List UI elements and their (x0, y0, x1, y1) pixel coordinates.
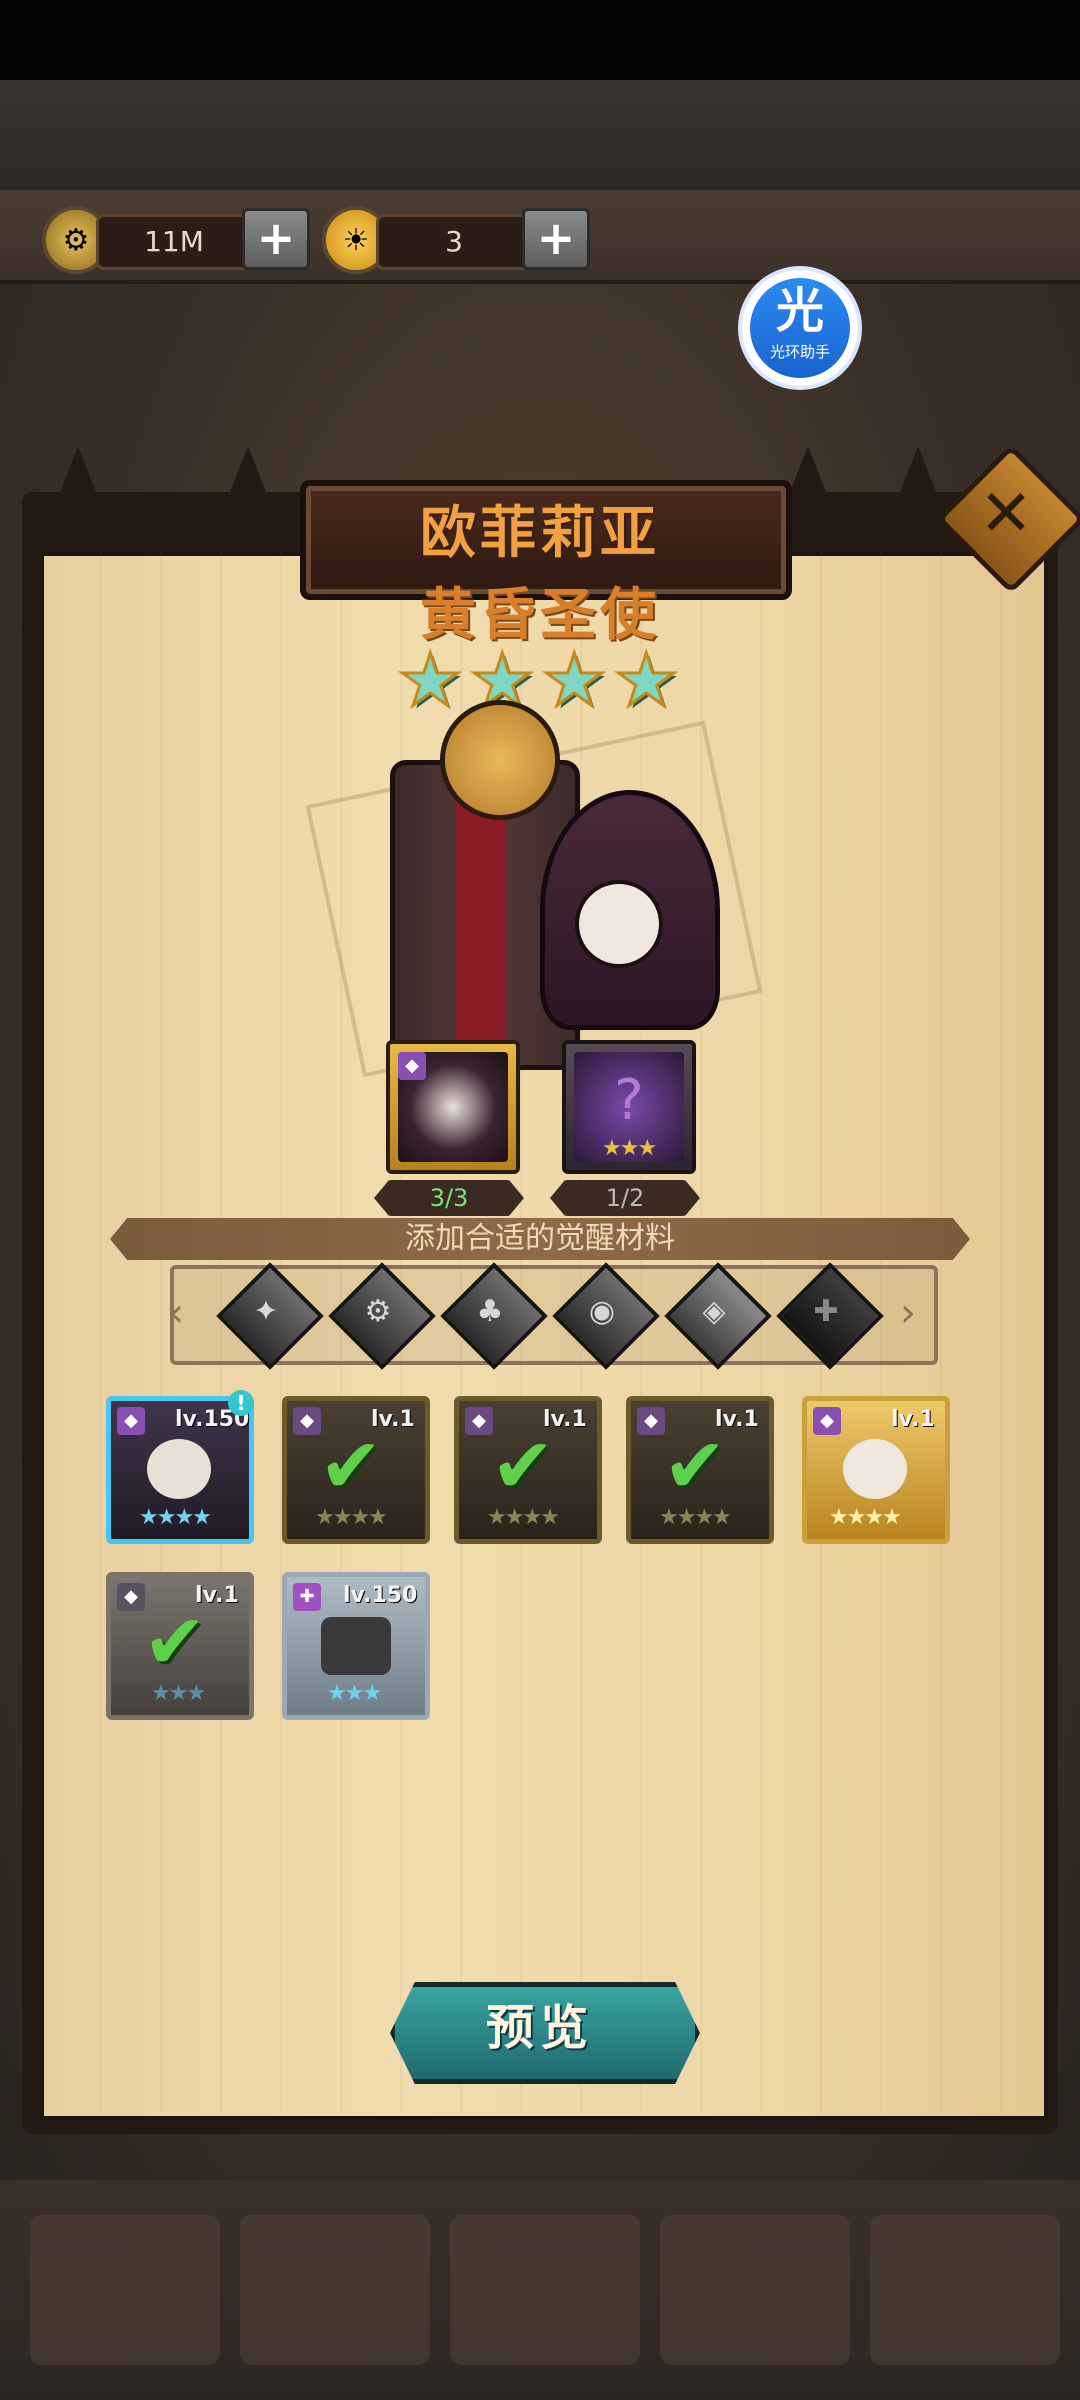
material-stars: ★★★ (327, 1681, 382, 1706)
hero-title: 黄昏圣使 (420, 583, 660, 648)
faction-icon: ◆ (293, 1407, 321, 1435)
faction-dark-icon[interactable]: ✚ (792, 1278, 860, 1346)
selected-check-icon: ✔ (491, 1421, 555, 1510)
faction-icon: ✚ (293, 1583, 321, 1611)
selected-check-icon: ✔ (143, 1597, 207, 1686)
material-card[interactable]: ◆ lv.1 ★★★★ (802, 1396, 950, 1544)
dock-slot (240, 2215, 430, 2365)
material-card[interactable]: ◆ lv.150 ★★★★ (106, 1396, 254, 1544)
star-icon: ★ (613, 638, 681, 722)
dock-slot (870, 2215, 1060, 2365)
faction-shield-icon[interactable]: ◉ (568, 1278, 636, 1346)
material-stars: ★★★★ (487, 1505, 560, 1530)
filter-right-arrow-icon: › (900, 1290, 916, 1336)
frame-spike (900, 446, 936, 492)
required-fodder-count: 1/2 (550, 1180, 700, 1216)
faction-icon: ◆ (398, 1052, 426, 1080)
material-card[interactable]: ◆ lv.1 ✔ ★★★★ (626, 1396, 774, 1544)
selected-check-icon: ✔ (663, 1421, 727, 1510)
material-stars: ★★★★ (659, 1505, 732, 1530)
hero-sash (455, 790, 505, 1050)
faction-icon: ◆ (465, 1407, 493, 1435)
all-factions-icon[interactable]: ✦ (232, 1278, 300, 1346)
card-stars: ★★★ (602, 1136, 657, 1161)
faction-gear-icon[interactable]: ⚙ (344, 1278, 412, 1346)
star-icon: ★ (397, 638, 465, 722)
faction-icon: ◆ (637, 1407, 665, 1435)
material-card[interactable]: ◆ lv.1 ✔ ★★★★ (454, 1396, 602, 1544)
material-stars: ★★★★ (139, 1505, 212, 1530)
selected-check-icon: ✔ (319, 1421, 383, 1510)
faction-clover-icon[interactable]: ♣ (456, 1278, 524, 1346)
crystal-amount: 3 (376, 214, 532, 270)
add-gold-button[interactable]: + (242, 208, 310, 270)
gold-amount: 11M (96, 214, 252, 270)
filter-left-arrow-icon: ‹ (168, 1290, 184, 1336)
material-card[interactable]: ◆ lv.1 ✔ ★★★ (106, 1572, 254, 1720)
frame-spike (230, 446, 266, 492)
material-level: lv.150 (343, 1583, 418, 1608)
dock-slot (30, 2215, 220, 2365)
material-card[interactable]: ✚ lv.150 ★★★ (282, 1572, 430, 1720)
material-stars: ★★★ (151, 1681, 206, 1706)
faction-eye-icon[interactable]: ◈ (680, 1278, 748, 1346)
material-stars: ★★★★ (829, 1505, 902, 1530)
hero-portrait (843, 1439, 907, 1499)
screen: ⚙ 11M + ☀ 3 + 光 光环助手 欧菲莉亚 黄昏圣使 ✕ ★ ★ ★ ★… (0, 0, 1080, 2400)
frame-spike (790, 446, 826, 492)
faction-icon: ◆ (813, 1407, 841, 1435)
hero-name: 欧菲莉亚 (420, 501, 660, 566)
helper-floating-button[interactable]: 光 光环助手 (742, 270, 858, 386)
alert-badge-icon: ! (228, 1390, 254, 1416)
unknown-hero-icon: ? (614, 1068, 644, 1133)
hero-portrait (147, 1439, 211, 1499)
preview-label[interactable]: 预览 (390, 1982, 690, 2074)
required-hero-count: 3/3 (374, 1180, 524, 1216)
faction-icon: ◆ (117, 1407, 145, 1435)
faction-icon: ◆ (117, 1583, 145, 1611)
dock-slot (450, 2215, 640, 2365)
add-crystal-button[interactable]: + (522, 208, 590, 270)
status-bar (0, 0, 1080, 80)
hero-mask (440, 700, 560, 820)
required-fodder-card[interactable]: ? ★★★ (562, 1040, 696, 1174)
instruction-text: 添加合适的觉醒材料 (405, 1221, 675, 1256)
material-level: lv.1 (891, 1407, 935, 1432)
frame-spike (60, 446, 96, 492)
helper-label: 光环助手 (769, 343, 830, 361)
material-stars: ★★★★ (315, 1505, 388, 1530)
required-hero-card[interactable]: ◆ (386, 1040, 520, 1174)
close-icon[interactable]: ✕ (958, 466, 1054, 562)
star-icon: ★ (541, 638, 609, 722)
hero-portrait (321, 1617, 391, 1675)
top-band (0, 80, 1080, 190)
material-card[interactable]: ◆ lv.1 ✔ ★★★★ (282, 1396, 430, 1544)
dock-slot (660, 2215, 850, 2365)
helper-logo-icon: 光 (775, 283, 824, 339)
hero-face (575, 880, 663, 968)
